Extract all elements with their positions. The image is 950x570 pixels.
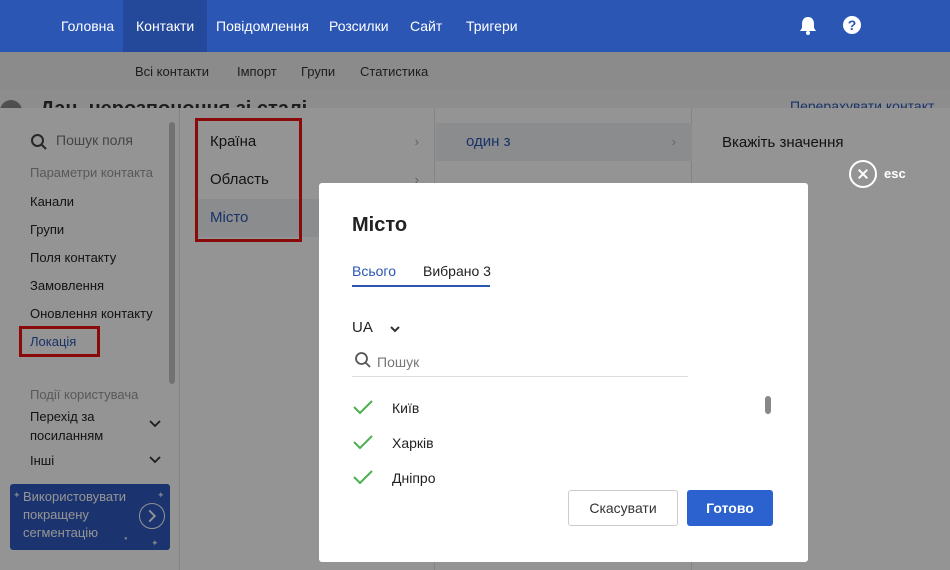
- city-option[interactable]: Харків: [352, 431, 552, 455]
- nav-mailings[interactable]: Розсилки: [316, 0, 402, 52]
- search-icon: [355, 352, 371, 368]
- country-select[interactable]: UA: [352, 319, 373, 336]
- bell-icon[interactable]: [797, 14, 819, 36]
- esc-label[interactable]: esc: [884, 166, 906, 181]
- city-search-input[interactable]: Пошук: [352, 349, 688, 377]
- tab-indicator: [352, 285, 402, 287]
- city-search-placeholder: Пошук: [377, 354, 420, 370]
- close-icon[interactable]: [849, 160, 877, 188]
- city-option[interactable]: Київ: [352, 396, 552, 420]
- tab-selected[interactable]: Вибрано 3: [423, 263, 491, 279]
- city-option-label: Київ: [392, 400, 420, 416]
- check-icon: [353, 400, 373, 415]
- check-icon: [353, 435, 373, 450]
- done-button[interactable]: Готово: [687, 490, 773, 526]
- check-icon: [353, 470, 373, 485]
- nav-messages[interactable]: Повідомлення: [203, 0, 322, 52]
- chevron-down-icon[interactable]: [389, 323, 401, 335]
- city-select-modal: Місто Всього Вибрано 3 UA Пошук Київ Хар…: [319, 183, 808, 562]
- nav-triggers[interactable]: Тригери: [453, 0, 531, 52]
- nav-home[interactable]: Головна: [48, 0, 127, 52]
- tab-underline: [402, 285, 490, 287]
- modal-title: Місто: [352, 214, 408, 236]
- help-icon[interactable]: ?: [841, 14, 863, 36]
- scrollbar[interactable]: [765, 396, 771, 414]
- nav-site[interactable]: Сайт: [397, 0, 455, 52]
- svg-text:?: ?: [848, 17, 857, 33]
- cancel-button[interactable]: Скасувати: [568, 490, 678, 526]
- city-option-label: Дніпро: [392, 470, 436, 486]
- city-option-label: Харків: [392, 435, 434, 451]
- nav-contacts[interactable]: Контакти: [123, 0, 208, 52]
- top-nav: Головна Контакти Повідомлення Розсилки С…: [0, 0, 950, 52]
- tab-all[interactable]: Всього: [352, 263, 396, 279]
- city-option[interactable]: Дніпро: [352, 466, 552, 490]
